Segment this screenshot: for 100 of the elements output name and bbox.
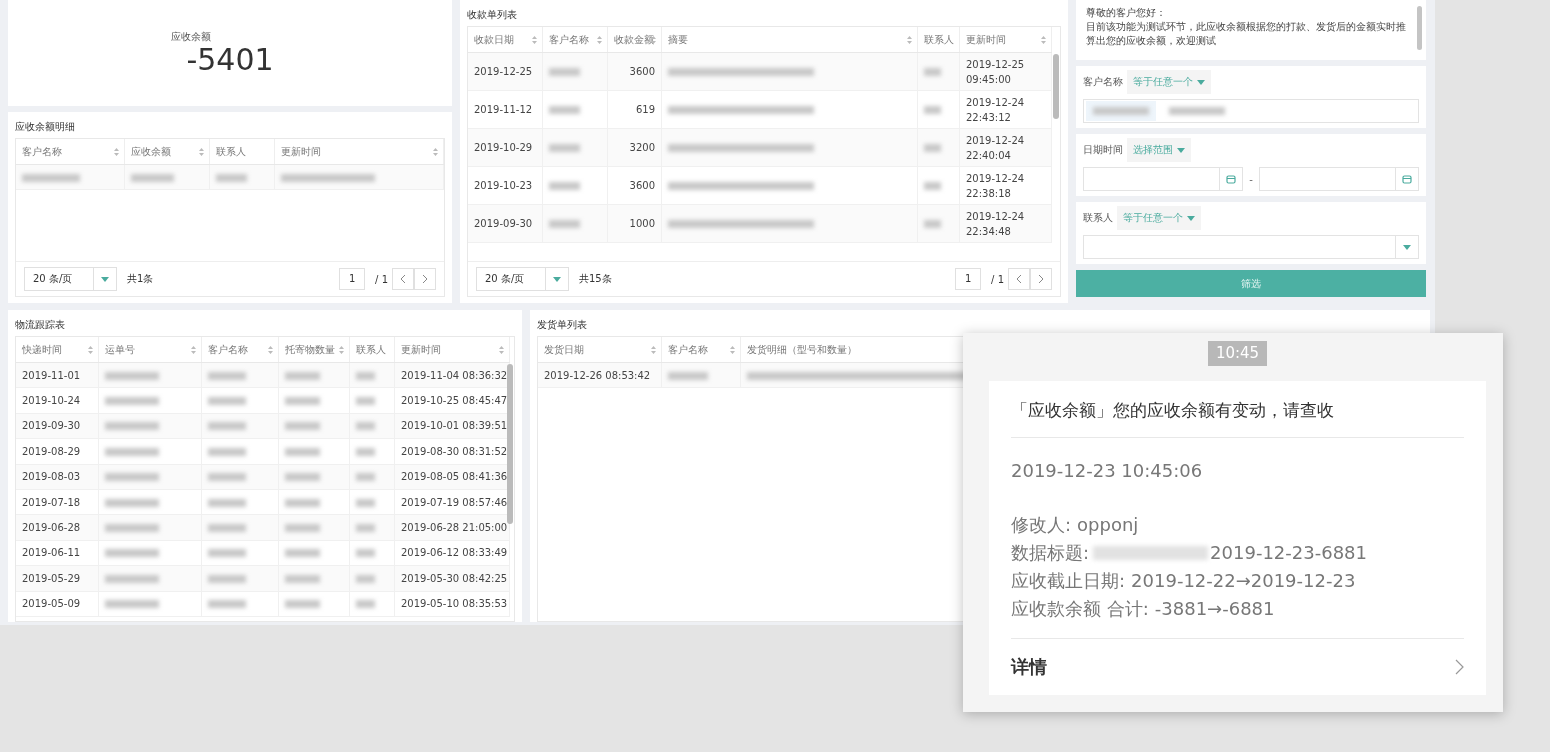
table-cell: 2019-12-26 08:53:42	[538, 362, 662, 388]
redacted-text	[216, 173, 248, 182]
message-date: 2019-12-23 10:45:06	[1011, 460, 1204, 481]
details-link[interactable]: 详情	[1011, 639, 1464, 695]
caret-icon	[553, 276, 561, 282]
page-size-select[interactable]: 20 条/页	[24, 267, 117, 291]
chevron-left-icon	[400, 274, 406, 284]
redacted-text	[105, 574, 159, 583]
sort-icon	[651, 36, 656, 44]
redacted-text	[924, 106, 942, 114]
column-header[interactable]: 更新时间	[274, 139, 444, 165]
sort-icon	[651, 346, 656, 354]
table-cell: 2019-05-30 08:42:25	[394, 565, 510, 591]
next-page-button[interactable]	[1030, 268, 1052, 290]
column-header[interactable]: 摘要	[661, 27, 918, 53]
sort-icon	[1041, 36, 1046, 44]
redacted-text	[208, 549, 247, 558]
redacted-text	[208, 600, 247, 609]
operator-dropdown[interactable]: 等于任意一个	[1117, 206, 1201, 230]
time-badge: 10:45	[1207, 341, 1268, 366]
previous-page-button[interactable]	[392, 268, 414, 290]
redacted-text	[356, 473, 376, 482]
kpi-value: -5401	[186, 44, 274, 76]
redacted-text	[285, 600, 320, 609]
column-header[interactable]: 应收余额	[124, 139, 210, 165]
redacted-text	[356, 422, 376, 431]
sort-icon	[199, 148, 204, 156]
previous-page-button[interactable]	[1008, 268, 1030, 290]
operator-dropdown[interactable]: 等于任意一个	[1127, 70, 1211, 94]
redacted-text	[549, 106, 581, 114]
column-header[interactable]: 联系人	[917, 27, 960, 53]
date-field[interactable]	[1083, 167, 1244, 191]
table-cell: 2019-11-12	[468, 90, 543, 129]
redacted-text	[208, 498, 247, 507]
select-field[interactable]	[1083, 235, 1419, 259]
table-cell: 2019-05-10 08:35:53	[394, 591, 510, 617]
panel-title: 物流跟踪表	[15, 318, 66, 332]
filter-label: 客户名称	[1083, 75, 1123, 89]
table-cell: 3600	[607, 52, 662, 91]
redacted-text	[208, 422, 247, 431]
redacted-text	[285, 371, 320, 380]
sort-icon	[114, 148, 119, 156]
column-header[interactable]: 客户名称	[201, 337, 279, 363]
panel-title: 发货单列表	[537, 318, 588, 332]
redacted-text	[668, 371, 708, 380]
field-value: 2019-12-22→2019-12-23	[1131, 569, 1356, 593]
table-cell: 2019-08-03	[16, 464, 99, 490]
column-header[interactable]: 托寄物数量	[278, 337, 350, 363]
scrollbar[interactable]	[507, 364, 513, 524]
column-header[interactable]: 联系人	[349, 337, 395, 363]
redacted-text	[285, 447, 320, 456]
table-cell: 2019-09-30	[468, 204, 543, 243]
page-count: / 1	[375, 273, 388, 285]
table-cell: 2019-06-12 08:33:49	[394, 540, 510, 566]
redacted-text	[131, 173, 175, 182]
range-separator: -	[1249, 173, 1253, 185]
chevron-right-icon	[1038, 274, 1044, 284]
operator-dropdown[interactable]: 选择范围	[1127, 138, 1191, 162]
table-cell: 2019-05-29	[16, 565, 99, 591]
calendar-icon	[1226, 174, 1237, 184]
column-header[interactable]: 客户名称	[661, 337, 741, 363]
column-header[interactable]: 客户名称	[542, 27, 608, 53]
field-label: 应收款余额 合计:	[1011, 597, 1149, 621]
redacted-text	[356, 549, 376, 558]
calendar-icon	[1402, 174, 1412, 184]
page-field[interactable]: 1	[339, 268, 366, 290]
column-header[interactable]: 运单号	[98, 337, 202, 363]
column-header[interactable]: 客户名称	[16, 139, 125, 165]
filter-button[interactable]: 筛选	[1076, 270, 1426, 297]
page-field[interactable]: 1	[955, 268, 982, 290]
redacted-text	[924, 220, 942, 228]
table-cell: 2019-12-24 22:43:12	[959, 90, 1052, 129]
column-header[interactable]: 更新时间	[959, 27, 1052, 53]
caret-icon	[1197, 79, 1205, 85]
redacted-text	[105, 447, 159, 456]
redacted-text	[356, 600, 376, 609]
redacted-text	[549, 144, 581, 152]
scrollbar[interactable]	[1053, 54, 1059, 119]
date-field[interactable]	[1258, 167, 1419, 191]
redacted-text	[356, 447, 376, 456]
redacted-text	[285, 549, 320, 558]
sort-icon	[433, 148, 438, 156]
tag-input-field[interactable]	[1083, 99, 1419, 123]
redacted-text	[549, 220, 581, 228]
redacted-text	[356, 397, 376, 406]
next-page-button[interactable]	[414, 268, 436, 290]
column-header[interactable]: 更新时间	[394, 337, 510, 363]
table-cell: 3600	[607, 166, 662, 205]
column-header[interactable]: 联系人	[209, 139, 275, 165]
message-title: 「应收余额」您的应收余额有变动，请查收	[1011, 381, 1464, 438]
redacted-text	[356, 371, 376, 380]
redacted-text	[105, 422, 159, 431]
page-size-select[interactable]: 20 条/页	[476, 267, 569, 291]
column-header[interactable]: 收款日期	[468, 27, 543, 53]
column-header[interactable]: 发货日期	[538, 337, 662, 363]
table-cell: 2019-12-25 09:45:00	[959, 52, 1052, 91]
scrollbar[interactable]	[1417, 6, 1422, 50]
column-header[interactable]: 快递时间	[16, 337, 99, 363]
table-cell: 619	[607, 90, 662, 129]
sort-icon	[730, 346, 735, 354]
